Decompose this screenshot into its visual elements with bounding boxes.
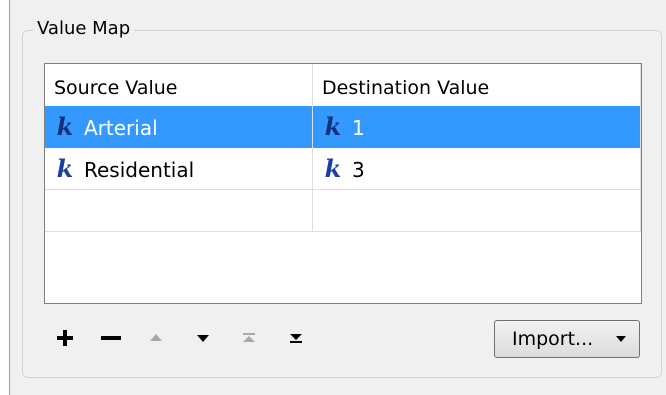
table-body: k Arterial k1 k Residential k3	[45, 18, 641, 258]
k-constant-icon: k	[324, 112, 342, 141]
k-constant-icon: k	[56, 154, 74, 183]
minus-icon	[101, 336, 121, 340]
plus-icon	[57, 330, 73, 346]
destination-value-cell[interactable]: k1	[313, 106, 641, 148]
source-value-text: Residential	[84, 158, 195, 182]
destination-value-cell[interactable]	[313, 190, 641, 232]
source-value-text: Arterial	[84, 116, 158, 140]
import-button[interactable]: Import...	[494, 320, 640, 358]
k-constant-icon: k	[324, 154, 342, 183]
dropdown-arrow-icon	[616, 336, 626, 342]
table-row[interactable]	[45, 190, 641, 232]
destination-value-cell[interactable]: k3	[313, 148, 641, 190]
move-down-button[interactable]	[190, 325, 216, 351]
k-constant-icon: k	[56, 112, 74, 141]
move-to-bottom-icon	[290, 334, 302, 343]
move-to-top-icon	[243, 333, 255, 342]
arrow-up-icon	[150, 334, 162, 341]
source-value-cell[interactable]	[45, 190, 313, 232]
source-value-cell[interactable]: k Arterial	[45, 106, 313, 148]
move-up-button[interactable]	[143, 325, 169, 351]
source-value-cell[interactable]: k Residential	[45, 148, 313, 190]
move-to-bottom-button[interactable]	[283, 325, 309, 351]
import-button-label: Import...	[512, 328, 594, 350]
panel-edge	[0, 0, 10, 395]
destination-value-text: 3	[352, 158, 365, 182]
arrow-down-icon	[197, 335, 209, 342]
table-row[interactable]: k Residential k3	[45, 148, 641, 190]
add-row-button[interactable]	[52, 325, 78, 351]
table-row[interactable]: k Arterial k1	[45, 106, 641, 148]
destination-value-text: 1	[352, 116, 365, 140]
remove-row-button[interactable]	[98, 325, 124, 351]
move-to-top-button[interactable]	[236, 325, 262, 351]
